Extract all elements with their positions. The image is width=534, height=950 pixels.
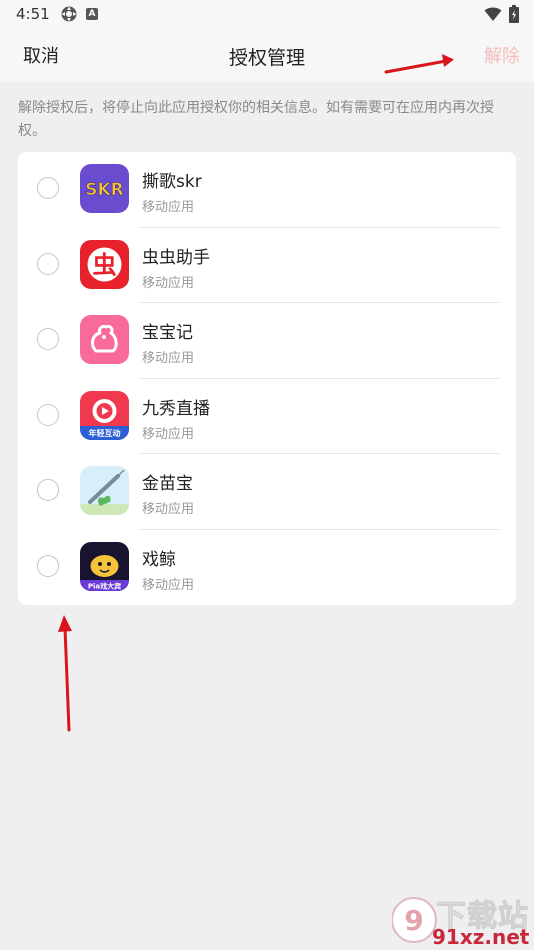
watermark-text-bottom: 91xz.net [432, 925, 530, 949]
annotation-arrow-right [384, 54, 454, 74]
revoke-button[interactable]: 解除 [484, 42, 520, 68]
skr-icon-text: SKR [85, 180, 124, 200]
select-radio[interactable] [37, 403, 59, 426]
app-type: 移动应用 [142, 502, 195, 517]
app-name: 九秀直播 [142, 398, 210, 419]
app-type: 移动应用 [142, 200, 195, 215]
app-row[interactable]: Pia戏大宾 戏鲸 移动应用 [18, 530, 516, 606]
select-radio[interactable] [37, 328, 59, 350]
app-type: 移动应用 [142, 426, 195, 442]
app-name: 撕歌skr [142, 172, 202, 192]
app-name: 金苗宝 [142, 474, 193, 494]
jinmiaobao-app-icon [80, 466, 129, 515]
baobaoji-app-icon [80, 315, 129, 364]
app-name: 虫虫助手 [142, 247, 210, 268]
app-row[interactable]: SKR 撕歌skr 移动应用 [18, 152, 516, 228]
app-name: 戏鲸 [142, 549, 176, 570]
app-type: 移动应用 [142, 275, 195, 291]
app-type: 移动应用 [142, 577, 195, 593]
app-type: 移动应用 [142, 351, 195, 366]
jiuxiu-app-icon: 年轻互动 [80, 390, 129, 440]
svg-text:9: 9 [404, 904, 423, 937]
status-bar: 4:51 A [0, 0, 534, 30]
wifi-icon [484, 7, 502, 21]
app-row[interactable]: 金苗宝 移动应用 [18, 454, 516, 530]
battery-icon [509, 5, 519, 23]
app-row[interactable]: 虫 虫虫助手 移动应用 [18, 228, 516, 303]
select-radio[interactable] [37, 479, 59, 501]
a-badge-icon: A [86, 8, 98, 20]
app-row[interactable]: 宝宝记 移动应用 [18, 303, 516, 379]
xijing-icon-text: Pia戏大宾 [88, 581, 121, 590]
status-time: 4:51 [16, 5, 50, 23]
jiuxiu-icon-text: 年轻互动 [89, 428, 121, 438]
chongchong-app-icon: 虫 [80, 239, 129, 289]
settings-icon [61, 6, 77, 22]
skr-app-icon: SKR [80, 164, 129, 213]
select-radio[interactable] [37, 177, 59, 199]
chongchong-icon-text: 虫 [93, 251, 117, 279]
annotation-arrow-up [58, 615, 72, 732]
app-row[interactable]: 年轻互动 九秀直播 移动应用 [18, 379, 516, 454]
app-name: 宝宝记 [142, 323, 193, 343]
authorized-app-list: SKR 撕歌skr 移动应用 虫 虫虫助手 移动应用 宝宝记 移动应用 年轻互动… [18, 152, 516, 605]
revoke-description: 解除授权后，将停止向此应用授权你的相关信息。如有需要可在应用内再次授权。 [18, 100, 494, 139]
select-radio[interactable] [37, 554, 59, 577]
select-radio[interactable] [37, 252, 59, 275]
xijing-app-icon: Pia戏大宾 [80, 541, 129, 591]
